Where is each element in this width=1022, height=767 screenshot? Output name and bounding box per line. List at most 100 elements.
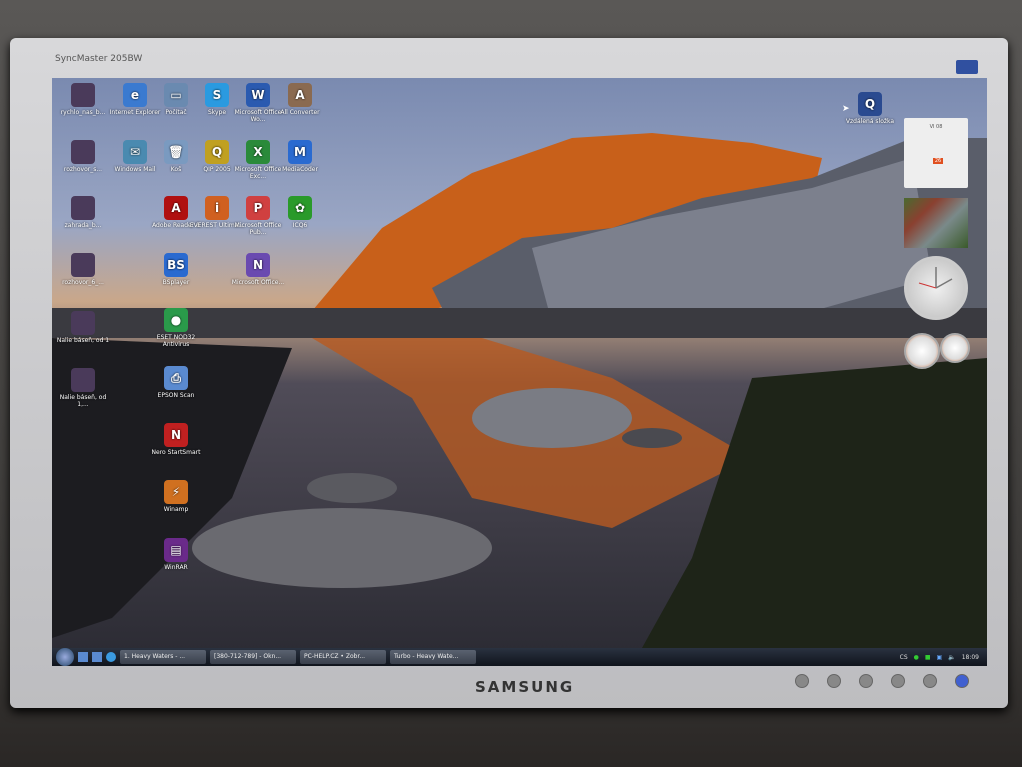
calendar-month: VI 08: [929, 124, 943, 130]
switch-windows-icon[interactable]: [92, 652, 102, 662]
desktop-icon[interactable]: N Microsoft Office...: [230, 253, 286, 286]
app-icon: M: [288, 140, 312, 164]
desktop-icon-label: BSplayer: [162, 279, 190, 286]
desktop-icon[interactable]: ⎙ EPSON Scan: [148, 366, 204, 399]
app-icon: X: [246, 140, 270, 164]
desktop-icon-label: Nalie báseň, od 1,...: [59, 394, 107, 408]
desktop-icon[interactable]: rychlo_nas_b...: [55, 83, 111, 116]
clock-gadget[interactable]: [904, 256, 968, 320]
cpu-meter: [904, 333, 940, 369]
monitor-button[interactable]: [827, 674, 841, 688]
taskbar-item[interactable]: PC-HELP.CZ • Zobr...: [300, 650, 386, 664]
desktop-icon-label: Microsoft Office...: [231, 279, 285, 286]
desktop-icon[interactable]: M MediaCoder: [272, 140, 328, 173]
monitor-bezel: SyncMaster 205BW rychlo_nas_b... rozhovor…: [10, 38, 1008, 708]
tray-icon[interactable]: ■: [925, 654, 931, 661]
app-icon: ▤: [164, 538, 188, 562]
clock[interactable]: 18:09: [962, 654, 979, 661]
app-icon: ⚡: [164, 480, 188, 504]
app-icon: N: [246, 253, 270, 277]
desktop-icon[interactable]: ✿ ICQ6: [272, 196, 328, 229]
clock-hands: [918, 267, 953, 289]
app-icon: ▭: [164, 83, 188, 107]
taskbar-item[interactable]: 1. Heavy Waters - ...: [120, 650, 206, 664]
app-icon: ✉: [123, 140, 147, 164]
network-icon[interactable]: ▣: [937, 654, 943, 661]
desktop-icon-label: zahrada_b...: [64, 222, 102, 229]
app-icon: ⎙: [164, 366, 188, 390]
desktop-icon-label: Nalie báseň, od 1: [56, 337, 110, 344]
energy-badge: [956, 60, 978, 74]
desktop-icon[interactable]: Nalie báseň, od 1,...: [55, 368, 111, 408]
app-icon: Q: [205, 140, 229, 164]
taskbar: 1. Heavy Waters - ... [380-712-789] - Ok…: [52, 648, 987, 666]
desktop-icon-label: Winamp: [163, 506, 189, 513]
app-icon: W: [246, 83, 270, 107]
desktop-icon[interactable]: zahrada_b...: [55, 196, 111, 229]
desktop-icon-label: ICQ6: [292, 222, 308, 229]
app-icon: BS: [164, 253, 188, 277]
app-icon: ●: [164, 308, 188, 332]
desktop-icon-label: WinRAR: [164, 564, 188, 571]
app-icon: A: [164, 196, 188, 220]
file-icon: [71, 368, 95, 392]
language-indicator[interactable]: CS: [900, 654, 908, 661]
app-icon: A: [288, 83, 312, 107]
system-tray: CS ● ■ ▣ 🔈 18:09: [900, 654, 987, 661]
monitor-button[interactable]: [795, 674, 809, 688]
app-icon: i: [205, 196, 229, 220]
calendar-gadget[interactable]: VI 08 26: [904, 118, 968, 188]
desktop-screen: rychlo_nas_b... rozhovor_s... zahrada_b...…: [52, 78, 987, 666]
brand-logo: SAMSUNG: [475, 678, 575, 696]
desktop-icon[interactable]: ⚡ Winamp: [148, 480, 204, 513]
power-button[interactable]: [955, 674, 969, 688]
app-icon: ✿: [288, 196, 312, 220]
volume-icon[interactable]: 🔈: [948, 654, 955, 661]
internet-explorer-icon[interactable]: [106, 652, 116, 662]
desktop-icon[interactable]: ● ESET NOD32 Antivirus: [148, 308, 204, 348]
file-icon: [71, 253, 95, 277]
desktop-icon[interactable]: BS BSplayer: [148, 253, 204, 286]
desktop-icon[interactable]: A All Converter: [272, 83, 328, 116]
desktop-icon[interactable]: ▤ WinRAR: [148, 538, 204, 571]
desktop-icon[interactable]: Nalie báseň, od 1: [55, 311, 111, 344]
app-icon: e: [123, 83, 147, 107]
desktop-icon-label: All Converter: [280, 109, 320, 116]
memory-meter: [940, 333, 970, 363]
file-icon: [71, 311, 95, 335]
monitor-button[interactable]: [891, 674, 905, 688]
file-icon: [71, 196, 95, 220]
desktop-icon-label: ESET NOD32 Antivirus: [156, 334, 196, 348]
desktop-icon-label: MediaCoder: [282, 166, 318, 173]
desktop-icon[interactable]: N Nero StartSmart: [148, 423, 204, 456]
file-icon: [71, 140, 95, 164]
taskbar-item[interactable]: Turbo - Heavy Wate...: [390, 650, 476, 664]
app-icon: N: [164, 423, 188, 447]
taskbar-item[interactable]: [380-712-789] - Okn...: [210, 650, 296, 664]
desktop-icon-label: rozhovor_s...: [63, 166, 103, 173]
mouse-cursor-icon: ➤: [842, 104, 850, 114]
app-icon: 🗑: [164, 140, 188, 164]
start-button[interactable]: [56, 648, 74, 666]
calendar-today: 26: [933, 158, 943, 164]
monitor-button[interactable]: [859, 674, 873, 688]
monitor-model: SyncMaster 205BW: [55, 54, 143, 64]
tray-icon[interactable]: ●: [914, 654, 919, 661]
show-desktop-icon[interactable]: [78, 652, 88, 662]
desktop-icon[interactable]: rozhovor_s...: [55, 140, 111, 173]
file-icon: [71, 83, 95, 107]
app-icon: Q: [858, 92, 882, 116]
monitor-button[interactable]: [923, 674, 937, 688]
app-icon: S: [205, 83, 229, 107]
monitor-buttons: [795, 674, 969, 688]
cpu-meter-gadget[interactable]: [904, 333, 970, 369]
app-icon: P: [246, 196, 270, 220]
desktop-icon[interactable]: rozhovor_6_...: [55, 253, 111, 286]
desktop-icon-label: Vzdálená složka: [845, 118, 895, 125]
desktop-icon-label: EPSON Scan: [157, 392, 195, 399]
desktop-icon-label: Nero StartSmart: [151, 449, 201, 456]
desktop-icon[interactable]: Q Vzdálená složka: [842, 92, 898, 125]
slideshow-gadget[interactable]: [904, 198, 968, 248]
desktop-icon-label: rozhovor_6_...: [62, 279, 104, 286]
desktop-icon-label: rychlo_nas_b...: [60, 109, 106, 116]
